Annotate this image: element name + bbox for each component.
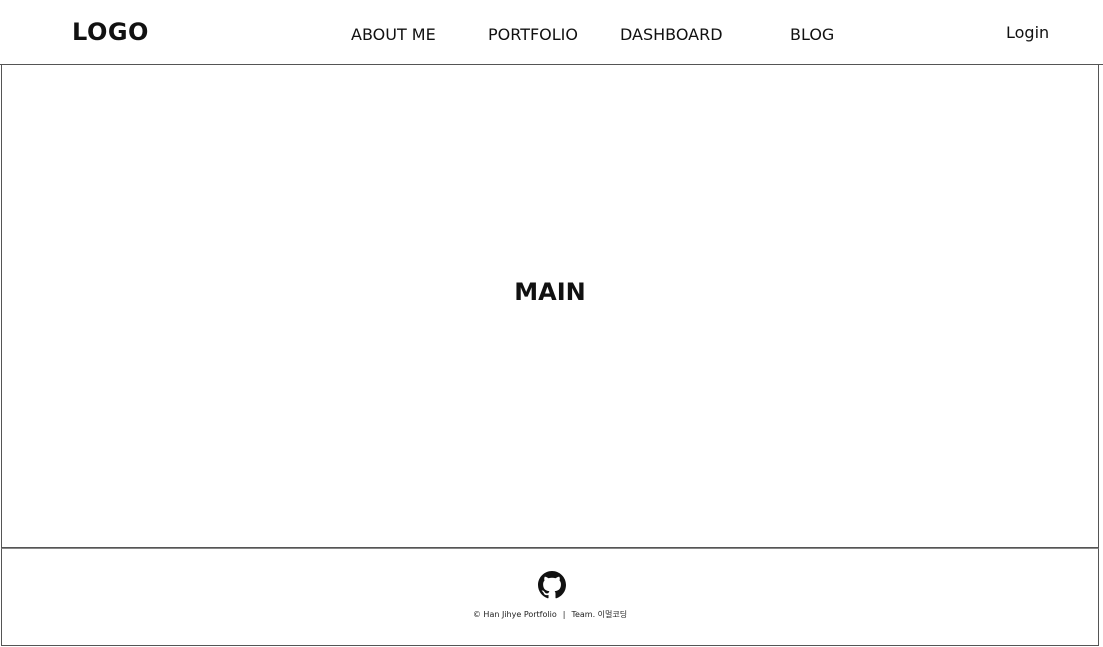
nav-item-dashboard[interactable]: DASHBOARD bbox=[620, 25, 723, 44]
nav-item-about-me[interactable]: ABOUT ME bbox=[351, 25, 436, 44]
nav-item-blog[interactable]: BLOG bbox=[790, 25, 834, 44]
logo[interactable]: LOGO bbox=[72, 18, 149, 46]
copyright-text: © Han Jihye Portfolio bbox=[472, 610, 557, 619]
footer-separator: | bbox=[562, 610, 566, 619]
github-icon[interactable] bbox=[538, 571, 566, 599]
login-link[interactable]: Login bbox=[1006, 23, 1049, 42]
team-text: Team. 이멀코딩 bbox=[571, 610, 628, 619]
site-header: LOGO ABOUT ME PORTFOLIO DASHBOARD BLOG L… bbox=[0, 0, 1103, 65]
page-frame: LOGO ABOUT ME PORTFOLIO DASHBOARD BLOG L… bbox=[0, 0, 1103, 647]
nav-item-portfolio[interactable]: PORTFOLIO bbox=[488, 25, 578, 44]
site-footer: © Han Jihye Portfolio | Team. 이멀코딩 bbox=[1, 548, 1099, 646]
main-section: MAIN bbox=[1, 65, 1099, 548]
footer-copyright: © Han Jihye Portfolio | Team. 이멀코딩 bbox=[2, 609, 1098, 620]
main-label: MAIN bbox=[514, 278, 586, 306]
